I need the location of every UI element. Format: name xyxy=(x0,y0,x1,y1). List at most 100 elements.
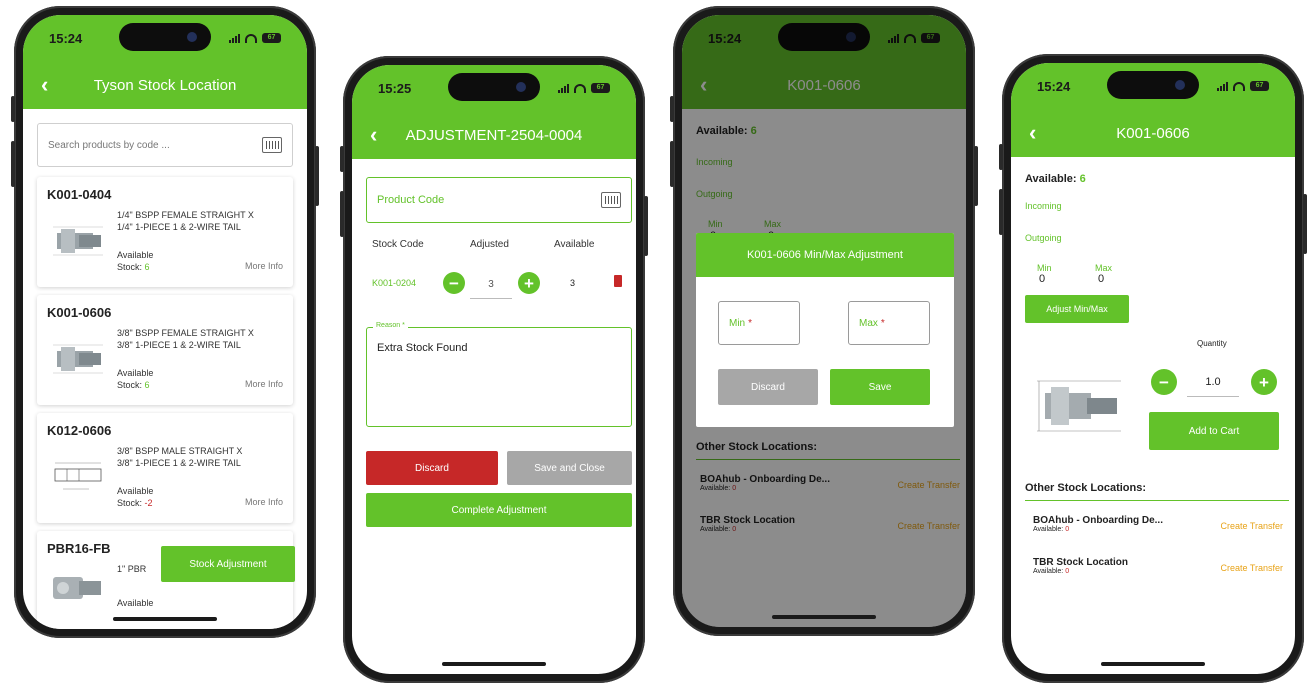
header-adjusted: Adjusted xyxy=(470,239,509,250)
quantity-decrement-button[interactable]: − xyxy=(1151,369,1177,395)
product-card[interactable]: K012-0606 3/8" BSPP MALE STRAIGHT X 3/8" … xyxy=(37,413,293,523)
increment-button[interactable]: + xyxy=(518,272,540,294)
back-chevron-icon[interactable]: ‹ xyxy=(1029,120,1053,146)
header-available: Available xyxy=(554,239,595,250)
add-to-cart-button[interactable]: Add to Cart xyxy=(1149,412,1279,450)
product-card[interactable]: K001-0606 3/8" BSPP FEMALE STRAIGHT X 3/8… xyxy=(37,295,293,405)
wifi-icon xyxy=(1233,81,1245,91)
wifi-icon xyxy=(574,83,586,93)
product-description: 1" PBR xyxy=(117,564,147,574)
dynamic-island xyxy=(119,23,211,51)
page-title: Tyson Stock Location xyxy=(93,76,237,94)
quantity-input[interactable]: 1.0 xyxy=(1187,367,1239,397)
product-availability: Available Stock: -2 xyxy=(117,486,154,508)
nav-bar: ‹ K001-0606 xyxy=(1011,109,1295,157)
reason-value: Extra Stock Found xyxy=(377,342,468,354)
app-header: 15:24 67 ‹ Tyson Stock Location xyxy=(23,15,307,109)
stock-value: -2 xyxy=(144,498,153,508)
incoming-label: Incoming xyxy=(1025,201,1062,211)
page-title: K001-0606 xyxy=(1116,124,1190,142)
product-code: K001-0606 xyxy=(47,305,112,320)
search-input[interactable]: Search products by code ... xyxy=(37,123,293,167)
product-description: 3/8" BSPP FEMALE STRAIGHT X 3/8" 1-PIECE … xyxy=(117,328,254,350)
status-time: 15:24 xyxy=(49,30,83,46)
status-icons: 67 xyxy=(1217,81,1269,91)
max-input[interactable]: Max * xyxy=(848,301,930,345)
stock-value: 6 xyxy=(144,262,150,272)
fitting-image xyxy=(53,577,101,599)
dynamic-island xyxy=(1107,71,1199,99)
nav-bar: ‹ ADJUSTMENT-2504-0004 xyxy=(352,111,636,159)
page-title: ADJUSTMENT-2504-0004 xyxy=(405,126,583,144)
barcode-scan-icon[interactable] xyxy=(601,192,621,208)
product-availability: Available Stock: 6 xyxy=(117,368,154,390)
back-chevron-icon[interactable]: ‹ xyxy=(41,72,65,98)
more-info-link[interactable]: More Info xyxy=(245,497,283,507)
modal-discard-button[interactable]: Discard xyxy=(718,369,818,405)
stock-adjustment-button[interactable]: Stock Adjustment xyxy=(161,546,295,582)
row-available: 3 xyxy=(570,278,576,288)
discard-button[interactable]: Discard xyxy=(366,451,498,485)
home-indicator xyxy=(113,617,217,621)
minmax-modal: K001-0606 Min/Max Adjustment Min * Max * D… xyxy=(696,233,954,427)
adjust-minmax-button[interactable]: Adjust Min/Max xyxy=(1025,295,1129,323)
screen: 15:24 67 ‹ K001-0606 Available: 6 Incomi… xyxy=(682,15,966,627)
product-card[interactable]: K001-0404 1/4" BSPP FEMALE STRAIGHT X 1/4… xyxy=(37,177,293,287)
min-input[interactable]: Min * xyxy=(718,301,800,345)
product-description: 1/4" BSPP FEMALE STRAIGHT X 1/4" 1-PIECE … xyxy=(117,210,254,232)
product-code: K001-0404 xyxy=(47,187,112,202)
quantity-increment-button[interactable]: + xyxy=(1251,369,1277,395)
product-availability: Available Stock: 6 xyxy=(117,250,154,272)
wifi-icon xyxy=(245,33,257,43)
screen: 15:24 67 ‹ K001-0606 Available: 6 Incomi… xyxy=(1011,63,1295,674)
min-value: 0 xyxy=(1039,273,1046,285)
status-time: 15:25 xyxy=(378,80,412,96)
status-bar: 15:25 67 xyxy=(352,65,636,111)
signal-icon xyxy=(558,83,569,93)
status-icons: 67 xyxy=(229,33,281,43)
modal-save-button[interactable]: Save xyxy=(830,369,930,405)
create-transfer-link[interactable]: Create Transfer xyxy=(1220,563,1283,573)
max-value: 0 xyxy=(1098,273,1105,285)
phone-product-detail: 15:24 67 ‹ K001-0606 Available: 6 Incomi… xyxy=(999,54,1307,683)
adjusted-quantity-input[interactable]: 3 xyxy=(470,271,512,299)
delete-icon[interactable] xyxy=(614,275,622,287)
fitting-drawing-image xyxy=(54,462,102,490)
reason-label: Reason * xyxy=(373,322,408,329)
fitting-image xyxy=(53,344,103,374)
other-locations-title: Other Stock Locations: xyxy=(1025,482,1147,494)
dynamic-island xyxy=(448,73,540,101)
back-chevron-icon[interactable]: ‹ xyxy=(370,122,394,148)
nav-bar: ‹ Tyson Stock Location xyxy=(23,61,307,109)
create-transfer-link[interactable]: Create Transfer xyxy=(1220,521,1283,531)
stock-value: 6 xyxy=(144,380,150,390)
product-drawing-image xyxy=(1037,380,1121,432)
phone-stock-location: 15:24 67 ‹ Tyson Stock Location Search p… xyxy=(11,6,319,638)
battery-icon: 67 xyxy=(1250,81,1269,91)
battery-icon: 67 xyxy=(262,33,281,43)
product-availability: Available xyxy=(117,598,154,608)
home-indicator xyxy=(442,662,546,666)
screen: 15:24 67 ‹ Tyson Stock Location Search p… xyxy=(23,15,307,629)
status-bar: 15:24 67 xyxy=(1011,63,1295,109)
location-row: BOAhub - Onboarding De... Available: 0 C… xyxy=(1033,515,1283,533)
quantity-label: Quantity xyxy=(1197,339,1227,348)
modal-title: K001-0606 Min/Max Adjustment xyxy=(696,233,954,277)
barcode-scan-icon[interactable] xyxy=(262,137,282,153)
home-indicator xyxy=(772,615,876,619)
search-placeholder: Search products by code ... xyxy=(48,139,170,151)
status-bar: 15:24 67 xyxy=(23,15,307,61)
phone-adjustment: 15:25 67 ‹ ADJUSTMENT-2504-0004 Product … xyxy=(340,56,648,683)
more-info-link[interactable]: More Info xyxy=(245,379,283,389)
phone-minmax-modal: 15:24 67 ‹ K001-0606 Available: 6 Incomi… xyxy=(670,6,978,636)
more-info-link[interactable]: More Info xyxy=(245,261,283,271)
complete-adjustment-button[interactable]: Complete Adjustment xyxy=(366,493,632,527)
row-stock-code: K001-0204 xyxy=(372,278,417,288)
product-code-input[interactable]: Product Code xyxy=(366,177,632,223)
max-label: Max xyxy=(1095,263,1113,273)
decrement-button[interactable]: − xyxy=(443,272,465,294)
available-row: Available: 6 xyxy=(1025,173,1086,185)
reason-textarea[interactable]: Reason * Extra Stock Found xyxy=(366,322,632,427)
header-stock-code: Stock Code xyxy=(372,239,424,250)
save-and-close-button[interactable]: Save and Close xyxy=(507,451,632,485)
